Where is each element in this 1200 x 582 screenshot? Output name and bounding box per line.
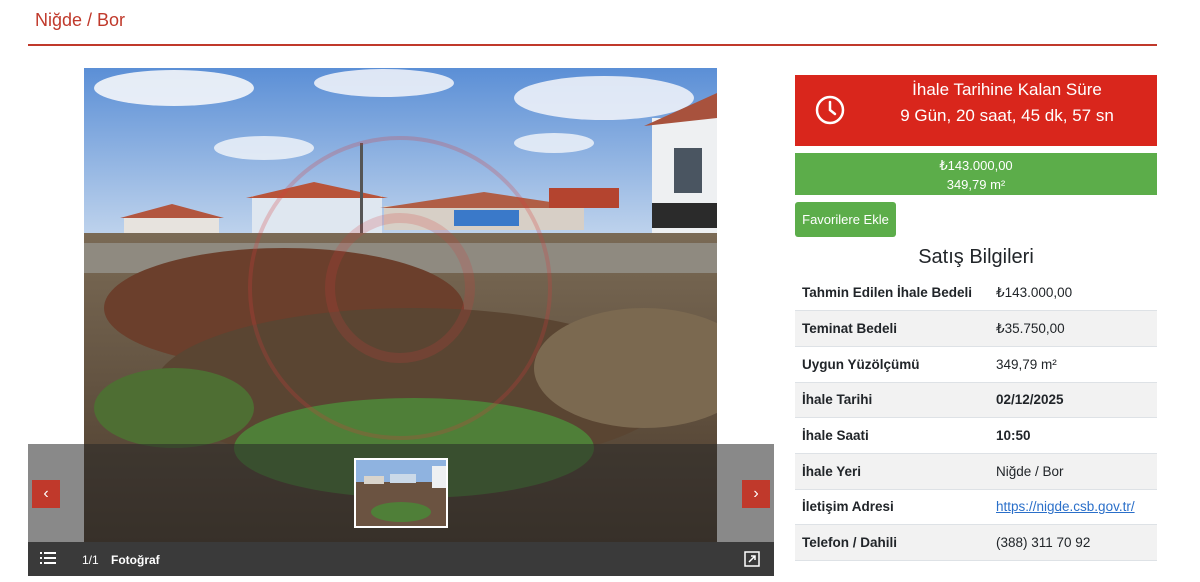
table-row: İhale Yeri Niğde / Bor bbox=[795, 453, 1157, 490]
row-label: İhale Saati bbox=[802, 428, 869, 444]
add-to-favorites-button[interactable]: Favorilere Ekle bbox=[795, 202, 896, 237]
previous-photo-button[interactable]: ‹ bbox=[32, 480, 60, 508]
sale-info-table: Tahmin Edilen İhale Bedeli ₺143.000,00 T… bbox=[795, 275, 1157, 561]
table-row: İletişim Adresi https://nigde.csb.gov.tr… bbox=[795, 489, 1157, 525]
next-photo-button[interactable]: › bbox=[742, 480, 770, 508]
row-value: ₺143.000,00 bbox=[996, 284, 1073, 300]
countdown-label: İhale Tarihine Kalan Süre bbox=[912, 80, 1102, 99]
chevron-left-icon: ‹ bbox=[43, 485, 49, 502]
expand-icon[interactable] bbox=[744, 551, 760, 567]
table-row: Telefon / Dahili (388) 311 70 92 bbox=[795, 524, 1157, 561]
row-label: Tahmin Edilen İhale Bedeli bbox=[802, 285, 973, 301]
row-label: İhale Yeri bbox=[802, 463, 862, 479]
table-row: Tahmin Edilen İhale Bedeli ₺143.000,00 bbox=[795, 275, 1157, 311]
row-label: Telefon / Dahili bbox=[802, 535, 898, 551]
price-summary: ₺143.000,00 349,79 m² bbox=[795, 153, 1157, 195]
sale-info-title: Satış Bilgileri bbox=[918, 246, 1034, 268]
chevron-right-icon: › bbox=[753, 485, 759, 502]
row-label: İhale Tarihi bbox=[802, 392, 873, 408]
photo-thumbnail[interactable] bbox=[354, 458, 448, 528]
row-value: https://nigde.csb.gov.tr/ bbox=[989, 489, 1157, 525]
page-header: Niğde / Bor bbox=[28, 0, 1157, 46]
thumbnail-strip: ‹ › bbox=[28, 444, 774, 542]
media-type-label: Fotoğraf bbox=[111, 553, 160, 567]
row-label: İletişim Adresi bbox=[802, 499, 894, 515]
gallery-toolbar: 1/1 Fotoğraf bbox=[28, 542, 774, 576]
row-value: 10:50 bbox=[996, 428, 1031, 444]
table-row: İhale Saati 10:50 bbox=[795, 418, 1157, 454]
row-value: 349,79 m² bbox=[996, 356, 1057, 372]
photo-counter: 1/1 bbox=[82, 553, 99, 567]
page-title: Niğde / Bor bbox=[35, 10, 126, 30]
price-area: 349,79 m² bbox=[946, 177, 1006, 192]
countdown-value: 9 Gün, 20 saat, 45 dk, 57 sn bbox=[900, 106, 1114, 125]
contact-address-link[interactable]: https://nigde.csb.gov.tr/ bbox=[996, 499, 1135, 514]
row-value: Niğde / Bor bbox=[996, 463, 1064, 479]
table-row: İhale Tarihi 02/12/2025 bbox=[795, 382, 1157, 418]
row-label: Uygun Yüzölçümü bbox=[802, 356, 920, 372]
table-row: Teminat Bedeli ₺35.750,00 bbox=[795, 310, 1157, 347]
row-label: Teminat Bedeli bbox=[802, 321, 898, 337]
photo-gallery: ‹ › 1/1 Fotoğraf bbox=[28, 68, 774, 576]
list-icon[interactable] bbox=[40, 551, 56, 565]
price-amount: ₺143.000,00 bbox=[939, 158, 1013, 173]
row-value: ₺35.750,00 bbox=[996, 320, 1065, 336]
row-value: (388) 311 70 92 bbox=[996, 535, 1091, 551]
table-row: Uygun Yüzölçümü 349,79 m² bbox=[795, 346, 1157, 383]
row-value: 02/12/2025 bbox=[996, 392, 1064, 408]
auction-countdown: İhale Tarihine Kalan Süre 9 Gün, 20 saat… bbox=[795, 75, 1157, 146]
